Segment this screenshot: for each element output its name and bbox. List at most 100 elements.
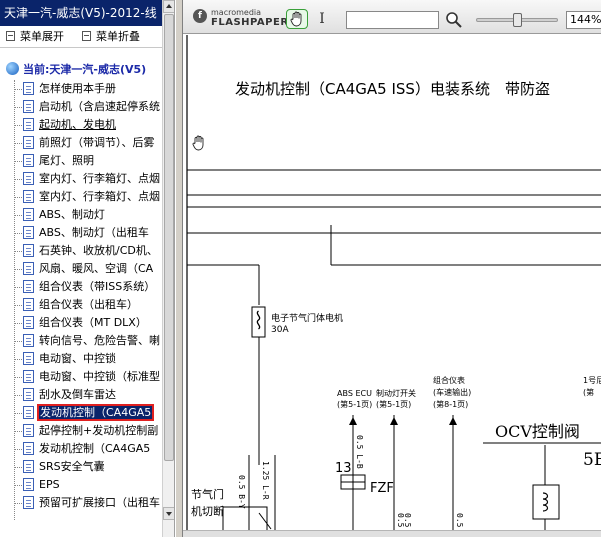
tree-item[interactable]: EPS — [14, 476, 60, 493]
tree-item[interactable]: 起停控制+发动机控制副 — [14, 422, 158, 439]
document-icon — [23, 334, 34, 347]
document-icon — [23, 208, 34, 221]
collapse-menu-button[interactable]: 菜单折叠 — [82, 29, 140, 45]
scroll-down-arrow-icon[interactable] — [163, 507, 174, 520]
tree-item[interactable]: 电动窗、中控锁（标准型 — [14, 368, 160, 385]
brake-switch-page: (第5-1页) — [376, 399, 411, 409]
tree-item[interactable]: 起动机、发电机 — [14, 116, 116, 133]
wire-code: 0.5 B-Y — [237, 475, 246, 509]
tree-item[interactable]: SRS安全气囊 — [14, 458, 105, 475]
tree-item[interactable]: ABS、制动灯（出租车 — [14, 224, 149, 241]
document-icon — [23, 478, 34, 491]
document-icon — [23, 316, 34, 329]
document-icon — [23, 154, 34, 167]
tree-item[interactable]: 刮水及倒车雷达 — [14, 386, 116, 403]
fzf-label: FZF — [370, 481, 394, 496]
right-column-label: 1号尼 — [583, 376, 601, 385]
wire-code: 0.5 — [403, 513, 412, 528]
flashpaper-logo: f macromedia FLASHPAPER — [193, 9, 289, 28]
document-icon — [23, 226, 34, 239]
tree-item[interactable]: 风扇、暖风、空调（CA — [14, 260, 153, 277]
abs-ecu-page: (第5-1页) — [337, 399, 372, 409]
document-icon — [23, 100, 34, 113]
chapter-tree: 当前:天津一汽-威志(V5) 怎样使用本手册 启动机（含启速起停系统 起动机、发… — [0, 56, 162, 526]
panel-title: 天津一汽-威志(V5)-2012-线 — [0, 0, 162, 26]
scroll-up-arrow-icon[interactable] — [163, 0, 174, 13]
document-icon — [23, 82, 34, 95]
document-icon — [23, 244, 34, 257]
scroll-thumb[interactable] — [164, 14, 174, 461]
viewer-toolbar: f macromedia FLASHPAPER I 144% — [183, 0, 601, 34]
tree-item[interactable]: 启动机（含启速起停系统 — [14, 98, 160, 115]
document-icon — [23, 424, 34, 437]
flash-logo-icon: f — [193, 9, 207, 23]
tree-item[interactable]: 电动窗、中控锁 — [14, 350, 116, 367]
abs-ecu-label: ABS ECU — [337, 389, 372, 398]
document-icon — [23, 136, 34, 149]
tree-item[interactable]: 室内灯、行李箱灯、点烟 — [14, 188, 160, 205]
fuse-amperage: 30A — [271, 325, 289, 335]
ocv-label: OCV控制阀 — [495, 422, 580, 441]
document-title: 发动机控制（CA4GA5 ISS）电装系统 带防盗 — [235, 80, 550, 98]
fuse-label: 电子节气门体电机 — [271, 312, 343, 324]
connector-number: 13 — [335, 461, 352, 476]
wire-code: 1.25 L-R — [261, 461, 270, 500]
tree-item[interactable]: 组合仪表（带ISS系统） — [14, 278, 155, 295]
document-icon — [23, 262, 34, 275]
tree-item[interactable]: 发动机控制（CA4GA5 — [14, 440, 150, 457]
tree-item[interactable]: 组合仪表（MT DLX） — [14, 314, 147, 331]
collapse-box-icon — [6, 31, 15, 41]
hand-cursor-icon — [192, 135, 204, 151]
document-icon — [23, 172, 34, 185]
document-icon — [23, 388, 34, 401]
throttle-label: 节气门 — [191, 487, 224, 501]
tree-item[interactable]: 组合仪表（出租车） — [14, 296, 138, 313]
document-icon — [23, 442, 34, 455]
tree-item[interactable]: 尾灯、照明 — [14, 152, 94, 169]
throttle-label: 机切断 — [191, 504, 224, 518]
tree-item[interactable]: ABS、制动灯 — [14, 206, 105, 223]
document-icon — [23, 496, 34, 509]
hand-tool-button[interactable] — [286, 9, 308, 29]
left-panel: 天津一汽-威志(V5)-2012-线 菜单展开 菜单折叠 当前:天津一汽-威志(… — [0, 0, 175, 537]
brake-switch-label: 制动灯开关 — [376, 388, 416, 398]
text-select-tool-button[interactable]: I — [317, 10, 327, 28]
tree-item[interactable]: 石英钟、收放机/CD机、 — [14, 242, 158, 259]
search-input[interactable] — [346, 11, 439, 29]
tree-menubar: 菜单展开 菜单折叠 — [0, 26, 174, 48]
tree-item[interactable]: 预留可扩展接口（出租车 — [14, 494, 160, 511]
tree-item-selected[interactable]: 发动机控制（CA4GA5 — [14, 404, 155, 421]
document-viewer: f macromedia FLASHPAPER I 144% 发动机控制（CA4GA… — [183, 0, 601, 537]
wire-code: 0.5 L-B — [355, 435, 364, 469]
document-icon — [23, 370, 34, 383]
text-select-icon: I — [319, 11, 325, 27]
tree-item[interactable]: 怎样使用本手册 — [14, 80, 116, 97]
document-icon — [23, 352, 34, 365]
tree-item[interactable]: 前照灯（带调节）、后雾 — [14, 134, 155, 151]
collapse-box-icon — [82, 31, 91, 41]
tree-root[interactable]: 当前:天津一汽-威志(V5) — [6, 62, 146, 78]
wire-code: 0.5 — [455, 513, 464, 528]
zoom-slider-handle[interactable] — [513, 13, 522, 27]
document-icon — [23, 118, 34, 131]
document-icon — [23, 460, 34, 473]
hand-icon — [290, 11, 302, 27]
viewer-bottom-edge — [183, 530, 601, 537]
connector-5e: 5E — [583, 450, 601, 470]
document-icon — [23, 190, 34, 203]
tree-scrollbar[interactable] — [162, 0, 174, 537]
right-column-page: (第 — [583, 387, 594, 397]
combo-meter-sub: (车速输出) — [433, 387, 471, 397]
document-icon — [23, 298, 34, 311]
tree-item[interactable]: 转向信号、危险告警、喇 — [14, 332, 160, 349]
pane-splitter[interactable] — [175, 0, 183, 537]
document-icon — [23, 280, 34, 293]
search-icon[interactable] — [445, 11, 463, 29]
tree-item[interactable]: 室内灯、行李箱灯、点烟 — [14, 170, 160, 187]
combo-meter-label: 组合仪表 — [433, 375, 465, 385]
zoom-field[interactable]: 144% — [566, 11, 601, 29]
expand-menu-button[interactable]: 菜单展开 — [6, 29, 64, 45]
globe-icon — [6, 62, 19, 75]
zoom-slider[interactable] — [476, 13, 558, 27]
document-icon — [23, 406, 34, 419]
